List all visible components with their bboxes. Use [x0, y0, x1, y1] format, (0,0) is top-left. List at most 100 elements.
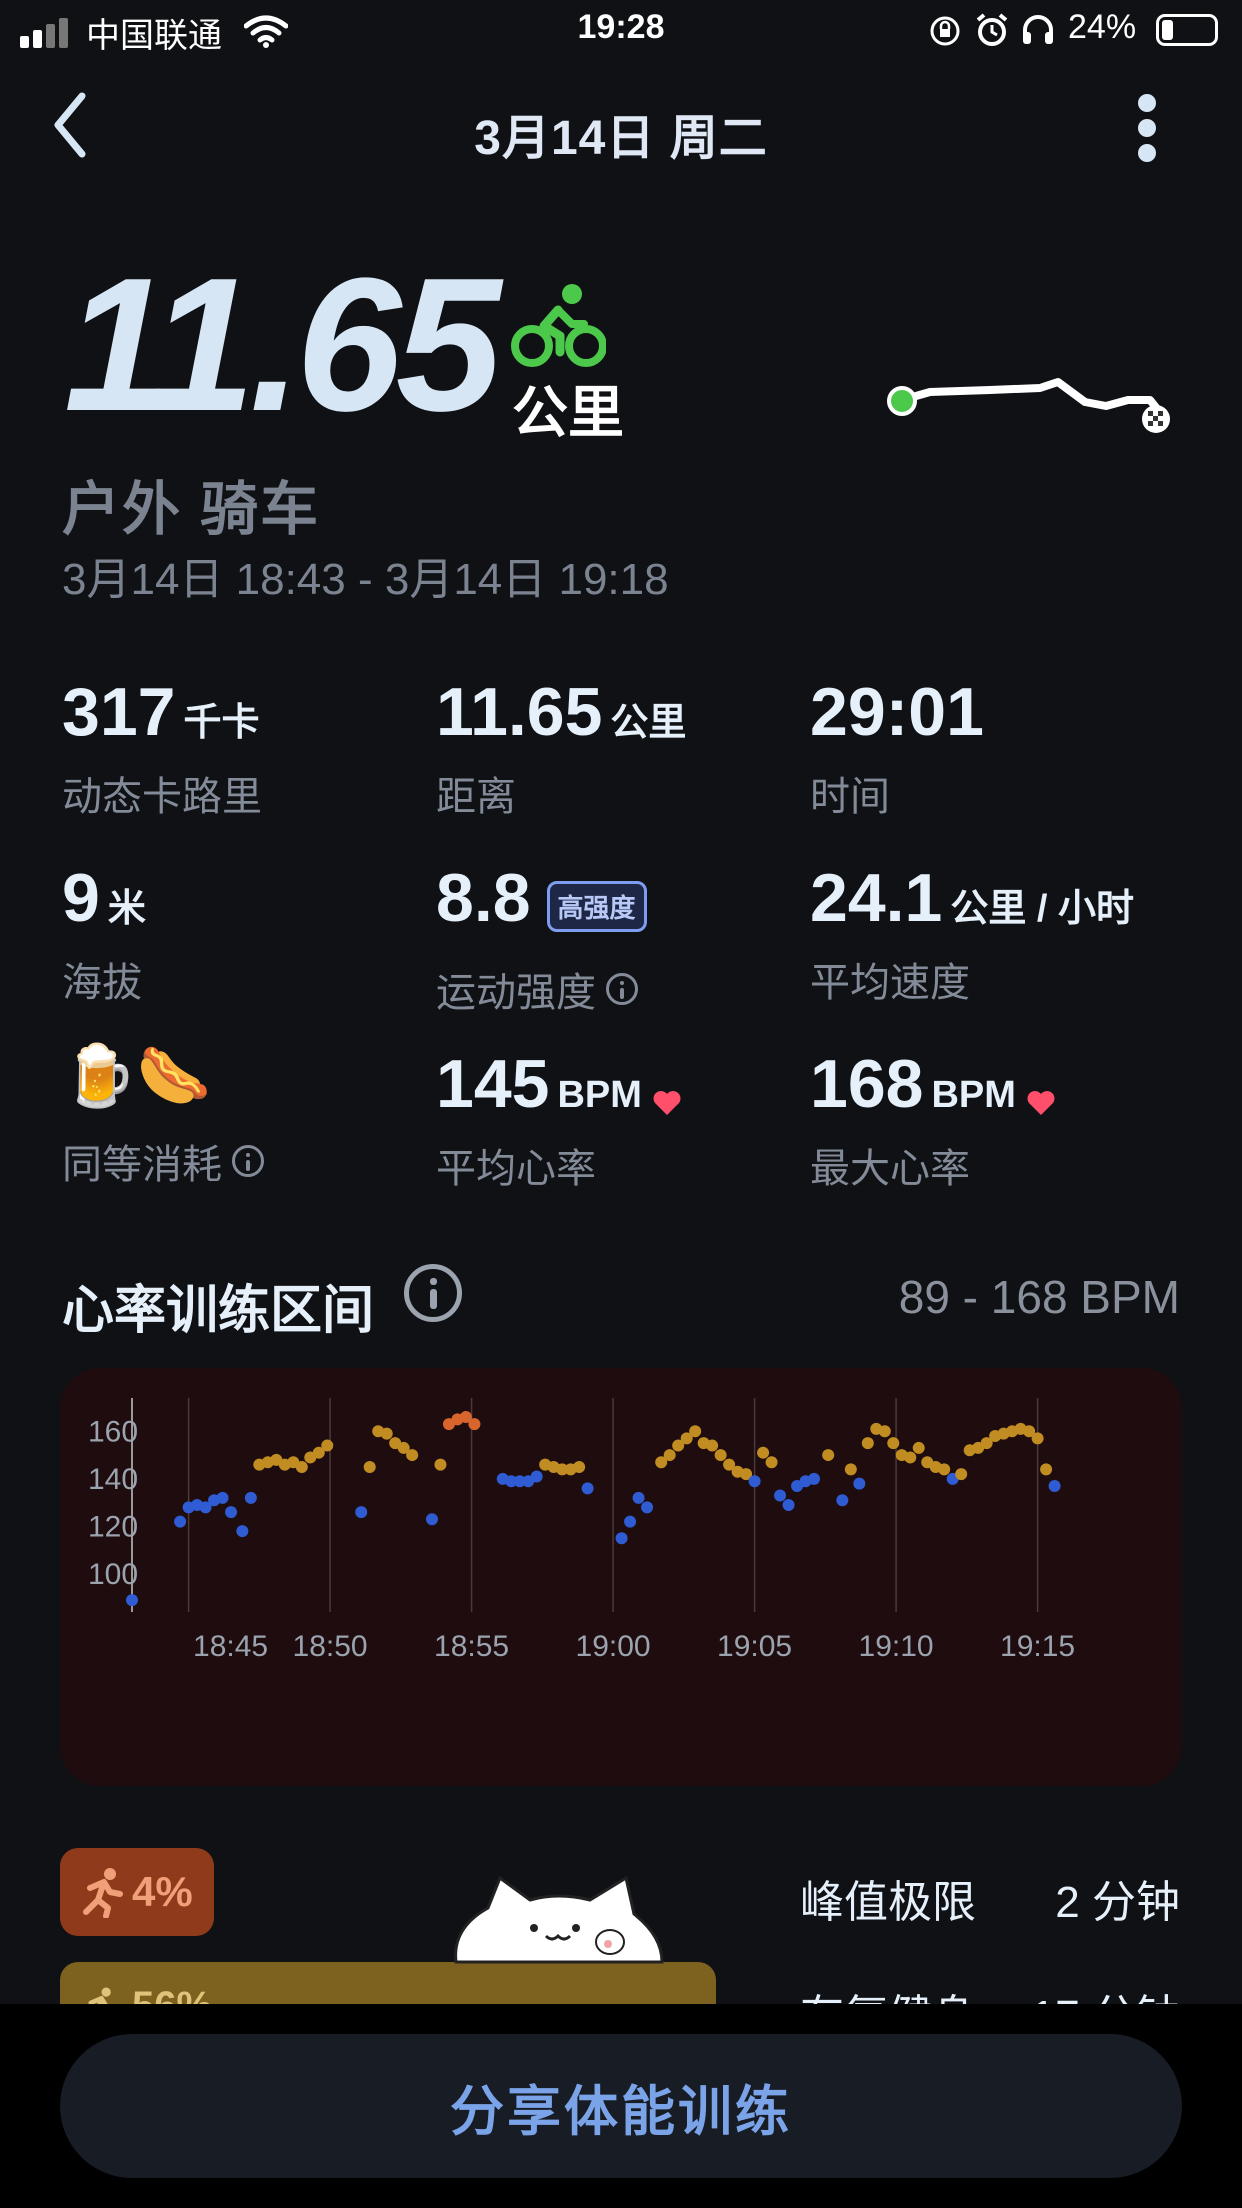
info-icon[interactable]: [404, 1264, 462, 1322]
stat-label-row[interactable]: 运动强度: [436, 960, 647, 1018]
hr-data-point: [714, 1449, 727, 1462]
distance-unit: 公里: [512, 381, 624, 444]
stat-calories: 317 千卡 动态卡路里: [62, 678, 262, 822]
stat-duration: 29:01 时间: [810, 678, 984, 822]
hr-data-point: [853, 1477, 866, 1490]
hr-data-point: [912, 1441, 925, 1454]
intensity-badge: 高强度: [546, 881, 647, 933]
cat-sticker-icon: [454, 1875, 664, 1964]
hr-data-point: [295, 1460, 308, 1473]
x-tick-label: 18:55: [434, 1630, 509, 1663]
hr-data-point: [861, 1437, 874, 1450]
route-finish-marker: [1142, 405, 1170, 433]
stat-label: 运动强度: [436, 971, 596, 1016]
hr-data-point: [844, 1463, 857, 1476]
info-icon[interactable]: [232, 1145, 264, 1177]
stat-max-hr: 168 BPM 最大心率: [810, 1050, 1056, 1194]
rotation-lock-icon: [930, 16, 960, 46]
info-icon[interactable]: [606, 973, 638, 1006]
stat-unit: 千卡: [183, 702, 260, 744]
hr-data-point: [641, 1501, 654, 1514]
share-workout-button[interactable]: 分享体能训练: [60, 2034, 1182, 2178]
stat-label: 海拔: [62, 961, 142, 1005]
heart-icon: [1027, 1090, 1055, 1115]
stat-label: 同等消耗: [62, 1143, 222, 1187]
section-title: 心率训练区间: [62, 1282, 375, 1340]
y-tick-label: 120: [88, 1510, 138, 1543]
hr-data-point: [774, 1489, 787, 1502]
x-tick-label: 19:15: [1000, 1630, 1075, 1663]
hr-data-point: [878, 1425, 891, 1438]
hr-data-point: [955, 1468, 968, 1481]
hr-data-point: [355, 1506, 368, 1519]
stat-value: 9: [62, 860, 100, 936]
hr-data-point: [836, 1494, 849, 1507]
stat-value: 11.65: [436, 674, 603, 750]
stat-avg-hr: 145 BPM 平均心率: [436, 1050, 682, 1194]
stat-value: 24.1: [810, 860, 943, 936]
stat-label: 距离: [436, 775, 516, 819]
stat-distance: 11.65 公里 距离: [436, 678, 686, 822]
heart-rate-chart[interactable]: 18:45 18:50 18:55 19:00 19:05 19:10 19:15 100 12…: [60, 1368, 1182, 1786]
cycling-icon: [511, 284, 606, 367]
stat-label: 动态卡路里: [62, 775, 262, 819]
hr-data-point: [808, 1472, 821, 1485]
hr-data-point: [615, 1532, 628, 1545]
total-distance: 11.65: [64, 239, 501, 451]
zone-peak-percent: 4%: [132, 1868, 193, 1915]
food-emoji: 🍺🌭: [62, 1042, 212, 1109]
stat-unit: 公里: [610, 702, 687, 744]
status-bar: 中国联通 19:28 24%: [0, 0, 1242, 62]
hr-data-point: [573, 1460, 586, 1473]
stat-value: 145: [436, 1046, 550, 1122]
route-start-marker: [887, 386, 917, 416]
y-tick-label: 160: [88, 1415, 138, 1448]
activity-time-range: 3月14日 18:43 - 3月14日 19:18: [62, 555, 669, 604]
hr-data-point: [434, 1458, 447, 1471]
heart-icon: [653, 1090, 681, 1115]
stat-unit: BPM: [931, 1074, 1016, 1116]
hr-data-point: [530, 1470, 543, 1483]
hr-data-point: [425, 1513, 438, 1526]
hr-data-point: [174, 1515, 187, 1528]
zone-row-value: 2 分钟: [1055, 1878, 1180, 1927]
stat-label-row[interactable]: 同等消耗: [62, 1132, 264, 1190]
hr-data-point: [244, 1491, 257, 1504]
stat-equivalent: 🍺🌭 同等消耗: [62, 1046, 264, 1190]
zone-row-name: 峰值极限: [800, 1878, 976, 1927]
hr-data-point: [126, 1594, 138, 1607]
hr-data-point: [1040, 1463, 1053, 1476]
stat-elevation: 9米 海拔: [62, 864, 146, 1008]
hr-data-point: [363, 1460, 376, 1473]
y-tick-label: 100: [88, 1558, 138, 1591]
stat-value: 29:01: [810, 674, 984, 750]
hr-data-point: [782, 1499, 795, 1511]
activity-type: 户外 骑车: [62, 477, 321, 542]
hr-data-point: [581, 1482, 594, 1495]
battery-icon: [1156, 14, 1218, 46]
stat-value: 317: [62, 674, 176, 750]
x-tick-label: 18:50: [293, 1630, 368, 1663]
hr-data-point: [236, 1525, 249, 1538]
stat-unit: 米: [107, 888, 146, 930]
running-icon: [83, 1868, 123, 1918]
stat-label: 最大心率: [810, 1147, 970, 1191]
stat-label: 时间: [810, 775, 890, 819]
heart-rate-plot: 18:45 18:50 18:55 19:00 19:05 19:10 19:15 100 12…: [88, 1398, 1075, 1663]
hr-data-point: [225, 1506, 238, 1519]
x-tick-label: 18:45: [193, 1630, 268, 1663]
hr-data-point: [1031, 1432, 1044, 1445]
more-options-button[interactable]: [1128, 90, 1168, 166]
zone-peak-pill: 4%: [60, 1848, 214, 1936]
x-tick-label: 19:00: [576, 1630, 651, 1663]
battery-percent: 24%: [1068, 8, 1137, 46]
hr-data-point: [904, 1451, 917, 1464]
hr-data-point: [321, 1439, 334, 1452]
stat-label: 平均速度: [810, 961, 970, 1005]
x-tick-label: 19:05: [717, 1630, 792, 1663]
hr-data-point: [938, 1463, 951, 1476]
route-map[interactable]: [870, 370, 1180, 440]
hr-data-point: [887, 1437, 900, 1450]
hr-data-point: [468, 1418, 481, 1431]
hr-data-point: [216, 1491, 229, 1504]
